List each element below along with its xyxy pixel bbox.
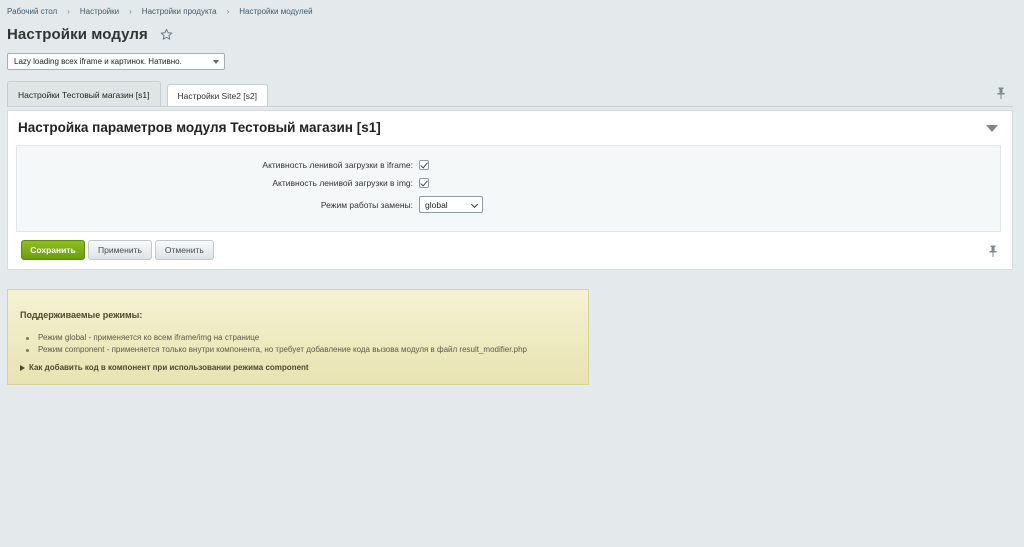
breadcrumb-separator-icon: › bbox=[67, 7, 70, 16]
info-list: Режим global - применяется ко всем ifram… bbox=[26, 332, 527, 356]
button-row: Сохранить Применить Отменить bbox=[21, 240, 217, 260]
star-icon[interactable] bbox=[160, 28, 173, 41]
pin-icon[interactable] bbox=[989, 245, 997, 257]
settings-fields: Активность ленивой загрузки в iframe: Ак… bbox=[16, 145, 1001, 232]
apply-button[interactable]: Применить bbox=[88, 240, 152, 260]
list-item: Режим component - применяется только вну… bbox=[26, 345, 527, 354]
component-howto-toggle[interactable]: Как добавить код в компонент при использ… bbox=[20, 363, 309, 372]
breadcrumb-item-desktop[interactable]: Рабочий стол bbox=[7, 7, 57, 16]
breadcrumb-separator-icon: › bbox=[226, 7, 230, 16]
breadcrumb: Рабочий стол › Настройки › Настройки про… bbox=[7, 7, 313, 16]
tab-s2-label: Настройки Site2 [s2] bbox=[177, 91, 257, 101]
replace-mode-select[interactable]: global bbox=[419, 196, 483, 213]
breadcrumb-item-module-settings[interactable]: Настройки модулей bbox=[239, 7, 312, 16]
replace-mode-value: global bbox=[425, 199, 448, 210]
field-row-img: Активность ленивой загрузки в img: bbox=[17, 178, 1000, 188]
field-row-iframe: Активность ленивой загрузки в iframe: bbox=[17, 160, 1000, 170]
chevron-down-icon bbox=[470, 200, 479, 209]
pin-icon[interactable] bbox=[997, 87, 1005, 99]
field-row-mode: Режим работы замены: global bbox=[17, 196, 1000, 213]
panel-title: Настройка параметров модуля Тестовый маг… bbox=[18, 120, 381, 135]
list-item: Режим global - применяется ко всем ifram… bbox=[26, 332, 527, 344]
title-row: Настройки модуля bbox=[7, 26, 173, 43]
tab-s2[interactable]: Настройки Site2 [s2] bbox=[166, 84, 268, 107]
img-lazy-checkbox[interactable] bbox=[419, 178, 429, 188]
img-lazy-label: Активность ленивой загрузки в img: bbox=[272, 178, 413, 188]
tab-s1-label: Настройки Тестовый магазин [s1] bbox=[18, 89, 150, 100]
replace-mode-label: Режим работы замены: bbox=[320, 199, 413, 210]
triangle-right-icon bbox=[20, 364, 25, 371]
page-title: Настройки модуля bbox=[7, 26, 148, 43]
info-panel: Поддерживаемые режимы: Режим global - пр… bbox=[7, 289, 589, 385]
info-title: Поддерживаемые режимы: bbox=[20, 310, 143, 320]
iframe-lazy-label: Активность ленивой загрузки в iframe: bbox=[262, 160, 413, 170]
module-select[interactable]: Lazy loading всех iframe и картинок. Нат… bbox=[7, 53, 225, 70]
tabs-divider bbox=[7, 106, 1013, 107]
breadcrumb-item-settings[interactable]: Настройки bbox=[80, 7, 119, 16]
breadcrumb-item-product-settings[interactable]: Настройки продукта bbox=[142, 7, 217, 16]
component-howto-label: Как добавить код в компонент при использ… bbox=[29, 363, 309, 372]
tab-s1[interactable]: Настройки Тестовый магазин [s1] bbox=[7, 81, 161, 107]
iframe-lazy-checkbox[interactable] bbox=[419, 160, 429, 170]
module-select-value: Lazy loading всех iframe и картинок. Нат… bbox=[14, 57, 182, 66]
save-button[interactable]: Сохранить bbox=[21, 240, 85, 260]
collapse-icon[interactable] bbox=[986, 125, 998, 132]
tabs: Настройки Тестовый магазин [s1] Настройк… bbox=[7, 81, 268, 107]
dropdown-arrow-icon bbox=[213, 60, 219, 64]
breadcrumb-separator-icon: › bbox=[129, 7, 132, 16]
cancel-button[interactable]: Отменить bbox=[154, 240, 214, 260]
settings-panel: Настройка параметров модуля Тестовый маг… bbox=[7, 110, 1013, 270]
page: Рабочий стол › Настройки › Настройки про… bbox=[0, 0, 1024, 547]
